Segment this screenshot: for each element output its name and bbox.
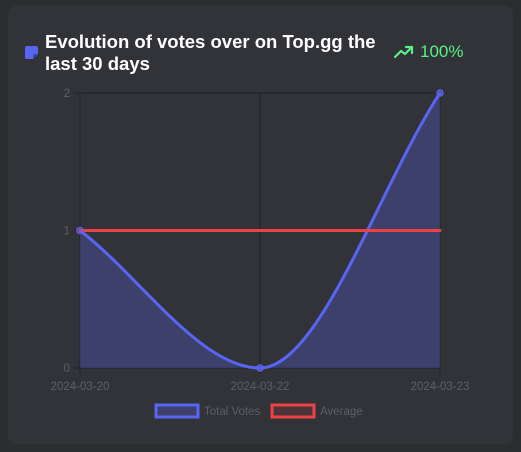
legend-label-total-votes[interactable]: Total Votes bbox=[204, 406, 261, 418]
y-tick-label: 0 bbox=[64, 363, 70, 375]
votes-chart: 0 1 2 2024-03-20 2024-03-22 2024-03-23 Total … bbox=[51, 88, 470, 419]
legend-swatch-total-votes[interactable] bbox=[154, 403, 200, 419]
legend-label-average[interactable]: Average bbox=[320, 406, 363, 418]
x-tick-label: 2024-03-20 bbox=[51, 381, 110, 393]
stats-card: Evolution of votes over on Top.gg the la… bbox=[8, 6, 513, 444]
x-tick-label: 2024-03-22 bbox=[231, 381, 290, 393]
data-point[interactable] bbox=[256, 364, 264, 372]
legend-swatch-average[interactable] bbox=[270, 403, 316, 419]
y-tick-label: 2 bbox=[64, 88, 70, 100]
data-point[interactable] bbox=[76, 226, 84, 235]
x-tick-label: 2024-03-23 bbox=[411, 381, 470, 393]
y-tick-label: 1 bbox=[64, 226, 70, 238]
data-point[interactable] bbox=[436, 89, 444, 97]
